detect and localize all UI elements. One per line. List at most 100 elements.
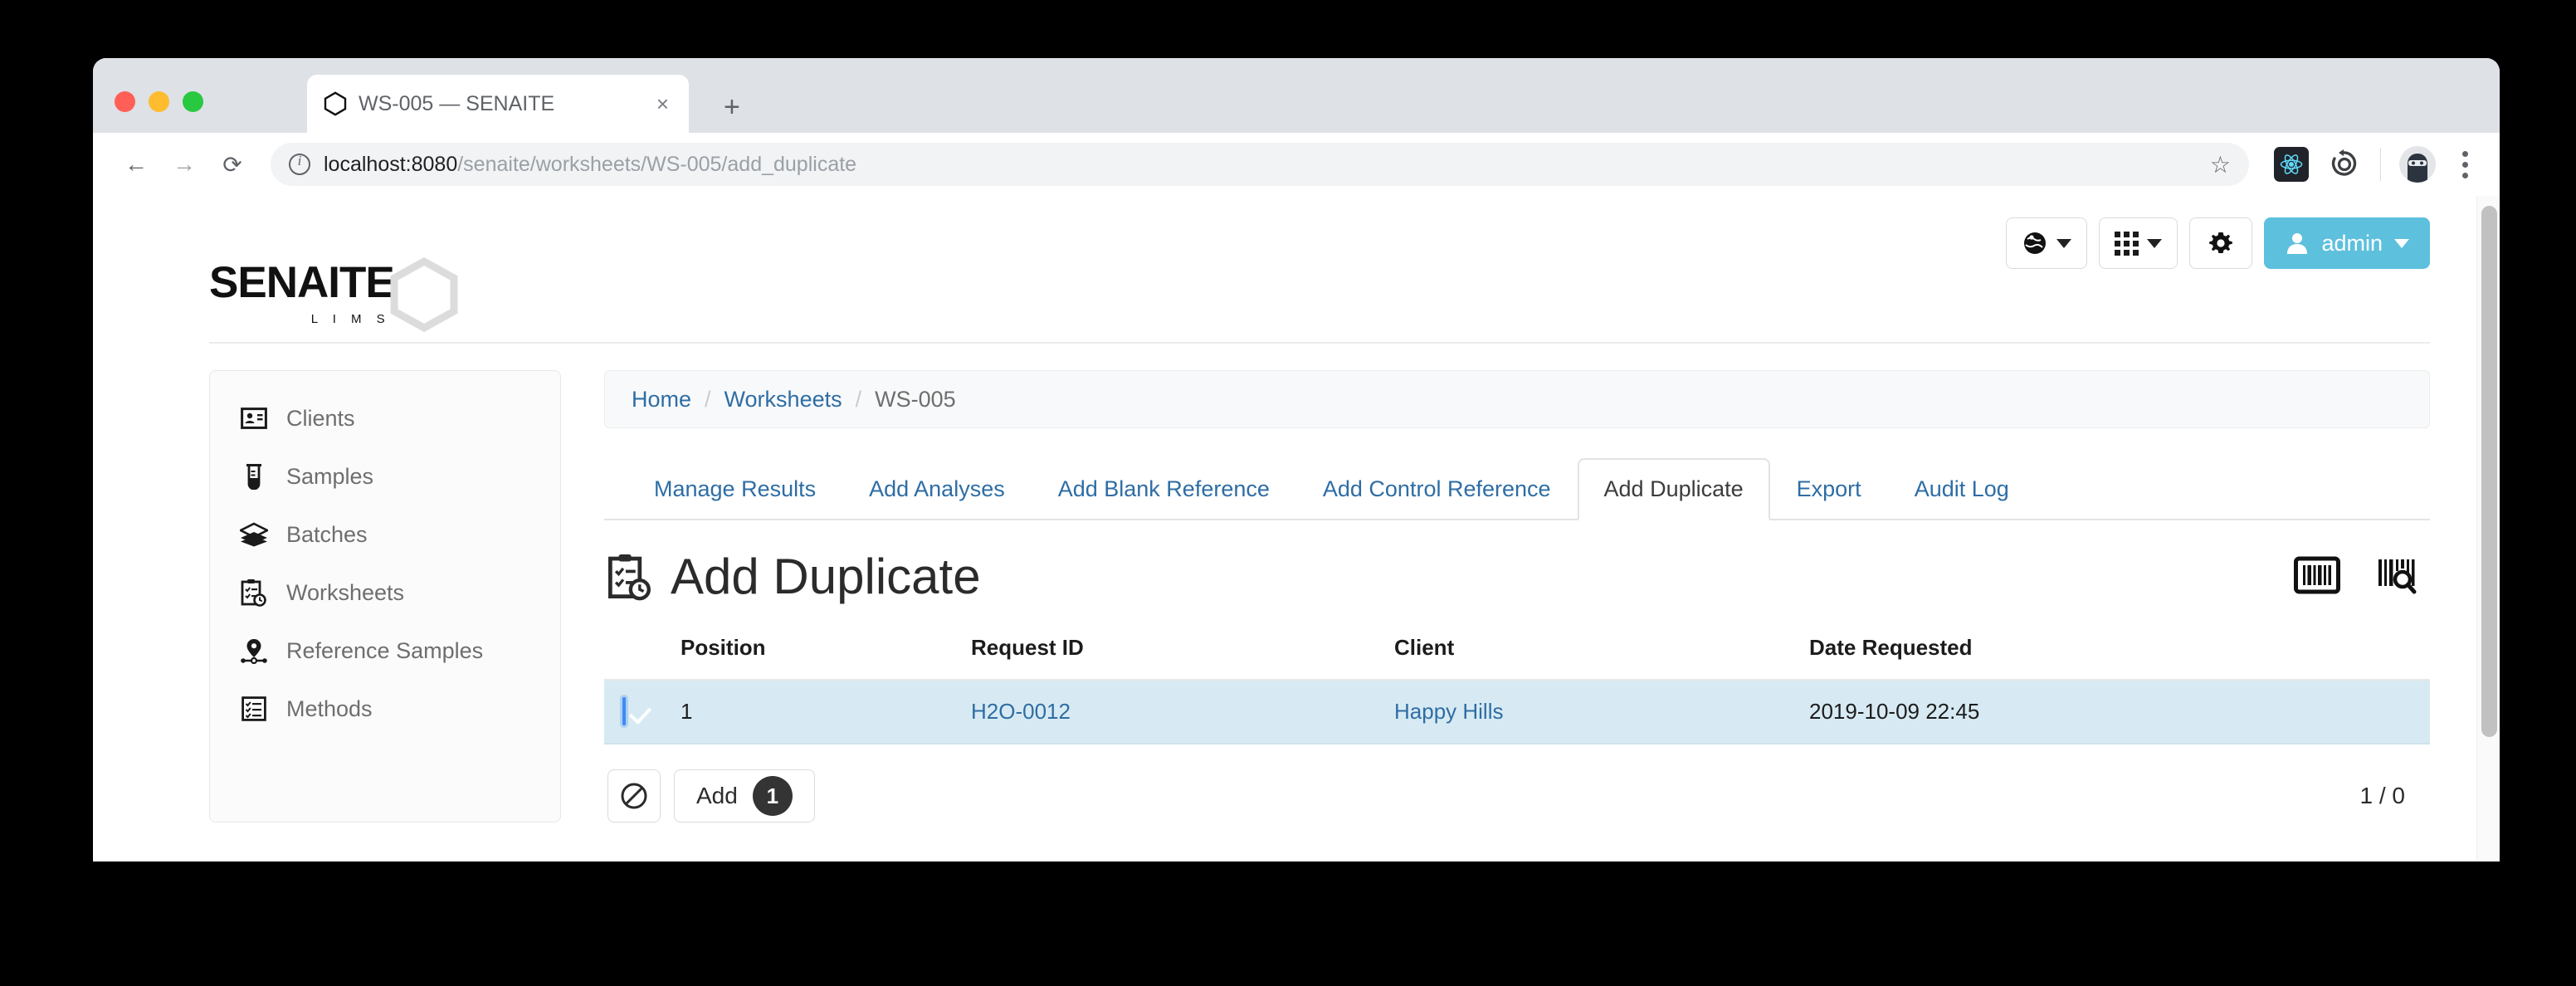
url-path: /senaite/worksheets/WS-005/add_duplicate [457,152,857,176]
sidebar: Clients Samples Batches Worksheets Refer… [209,370,561,822]
reload-button[interactable]: ⟳ [212,144,252,184]
breadcrumb-item-current: WS-005 [875,386,956,412]
profile-avatar-icon[interactable] [2399,146,2436,183]
language-switcher-button[interactable] [2006,217,2088,269]
tab-add-analyses[interactable]: Add Analyses [842,458,1032,520]
forward-button[interactable]: → [164,144,204,184]
table-row[interactable]: 1 H2O-0012 Happy Hills 2019-10-09 22:45 [604,681,2430,744]
user-icon [2287,233,2308,254]
main-content: Home / Worksheets / WS-005 Manage Result… [604,370,2430,822]
page-title: Add Duplicate [671,549,981,604]
breadcrumb-item-home[interactable]: Home [632,387,691,412]
table-header-row: Position Request ID Client Date Requeste… [604,623,2430,681]
tab-add-control-reference[interactable]: Add Control Reference [1296,458,1578,520]
column-header-date-requested[interactable]: Date Requested [1809,635,2430,661]
sidebar-item-label: Batches [286,521,368,547]
bookmark-star-icon[interactable]: ☆ [2210,151,2231,178]
tab-add-blank-reference[interactable]: Add Blank Reference [1032,458,1296,520]
clipboard-clock-icon [240,578,268,607]
chevron-down-icon [2147,238,2163,248]
maximize-window-button[interactable] [183,91,203,112]
ban-icon [621,783,647,809]
browser-window: WS-005 — SENAITE × + ← → ⟳ localhost:808… [93,58,2500,862]
browser-extensions [2274,146,2476,183]
address-bar[interactable]: localhost:8080/senaite/worksheets/WS-005… [271,143,2249,186]
barcode-scan-icon[interactable] [2377,554,2423,600]
back-button[interactable]: ← [116,144,156,184]
app-body: Clients Samples Batches Worksheets Refer… [93,344,2476,822]
sidebar-item-label: Worksheets [286,579,405,605]
logo-hexagon-icon [389,256,459,336]
clipboard-clock-icon [607,553,652,601]
clear-selection-button[interactable] [607,769,661,822]
page-actions [2294,554,2430,600]
gear-icon [2209,232,2233,253]
sidebar-item-samples[interactable]: Samples [210,447,560,505]
minimize-window-button[interactable] [149,91,169,112]
tab-audit-log[interactable]: Audit Log [1888,458,2036,520]
sidebar-item-batches[interactable]: Batches [210,505,560,564]
add-button-count-badge: 1 [752,776,793,816]
tab-export[interactable]: Export [1770,458,1888,520]
sidebar-item-reference-samples[interactable]: Reference Samples [210,622,560,680]
chevron-down-icon [2394,238,2409,248]
new-tab-button[interactable]: + [724,93,740,121]
close-window-button[interactable] [115,91,135,112]
browser-toolbar: ← → ⟳ localhost:8080/senaite/worksheets/… [93,133,2500,196]
sidebar-item-label: Reference Samples [286,637,484,663]
cell-client[interactable]: Happy Hills [1394,699,1809,725]
grid-icon [2115,231,2139,256]
toolbar-divider [2380,148,2381,181]
row-select-cell [604,697,681,725]
sidebar-item-methods[interactable]: Methods [210,680,560,738]
logo-subtitle: L I M S [310,312,391,326]
react-devtools-icon[interactable] [2274,147,2309,182]
cell-request-id[interactable]: H2O-0012 [971,699,1394,725]
breadcrumb-item-worksheets[interactable]: Worksheets [724,387,842,412]
tab-add-duplicate[interactable]: Add Duplicate [1577,458,1770,520]
settings-button[interactable] [2189,217,2253,269]
column-header-request-id[interactable]: Request ID [971,635,1394,661]
browser-tab[interactable]: WS-005 — SENAITE × [307,75,689,133]
close-icon[interactable]: × [653,93,672,115]
cell-position: 1 [681,699,693,724]
senaite-logo[interactable]: SENAITE L I M S [209,256,459,336]
header-divider [209,342,2430,344]
user-menu-button[interactable]: admin [2264,217,2430,269]
browser-tab-strip: WS-005 — SENAITE × + [93,58,2500,133]
sync-extension-icon[interactable] [2327,147,2362,182]
page-scrollbar[interactable] [2476,196,2500,862]
row-checkbox[interactable] [622,697,626,725]
site-info-icon[interactable] [289,153,310,175]
id-card-icon [240,404,268,432]
sidebar-item-worksheets[interactable]: Worksheets [210,564,560,622]
sidebar-item-clients[interactable]: Clients [210,389,560,447]
duplicates-table: Position Request ID Client Date Requeste… [604,623,2430,744]
tab-manage-results[interactable]: Manage Results [627,458,842,520]
url-host: localhost:8080 [324,152,458,176]
apps-menu-button[interactable] [2099,217,2178,269]
table-footer: Add 1 1 / 0 [604,769,2430,822]
layers-icon [240,520,268,549]
header-toolbar: admin [2006,217,2430,269]
app-header: admin SENAITE L I M S [93,196,2476,344]
add-button[interactable]: Add 1 [674,769,815,822]
column-header-position[interactable]: Position [681,635,971,661]
chevron-down-icon [2056,238,2072,248]
kebab-menu-icon[interactable] [2454,146,2476,183]
column-header-client[interactable]: Client [1394,635,1809,661]
scrollbar-thumb[interactable] [2481,206,2497,737]
window-controls [115,91,203,112]
breadcrumb: Home / Worksheets / WS-005 [604,370,2430,428]
logo-wordmark: SENAITE [209,258,395,307]
browser-tab-title: WS-005 — SENAITE [359,91,555,115]
sidebar-item-label: Clients [286,405,355,431]
senaite-app: admin SENAITE L I M S Clients Samples Ba… [93,196,2476,862]
hexagon-icon [324,91,347,116]
add-button-label: Add [696,783,738,808]
user-menu-label: admin [2321,230,2383,256]
barcode-icon[interactable] [2294,554,2340,600]
sidebar-item-label: Methods [286,696,373,721]
page-viewport: admin SENAITE L I M S Clients Samples Ba… [93,196,2500,862]
map-marker-icon [240,637,268,665]
